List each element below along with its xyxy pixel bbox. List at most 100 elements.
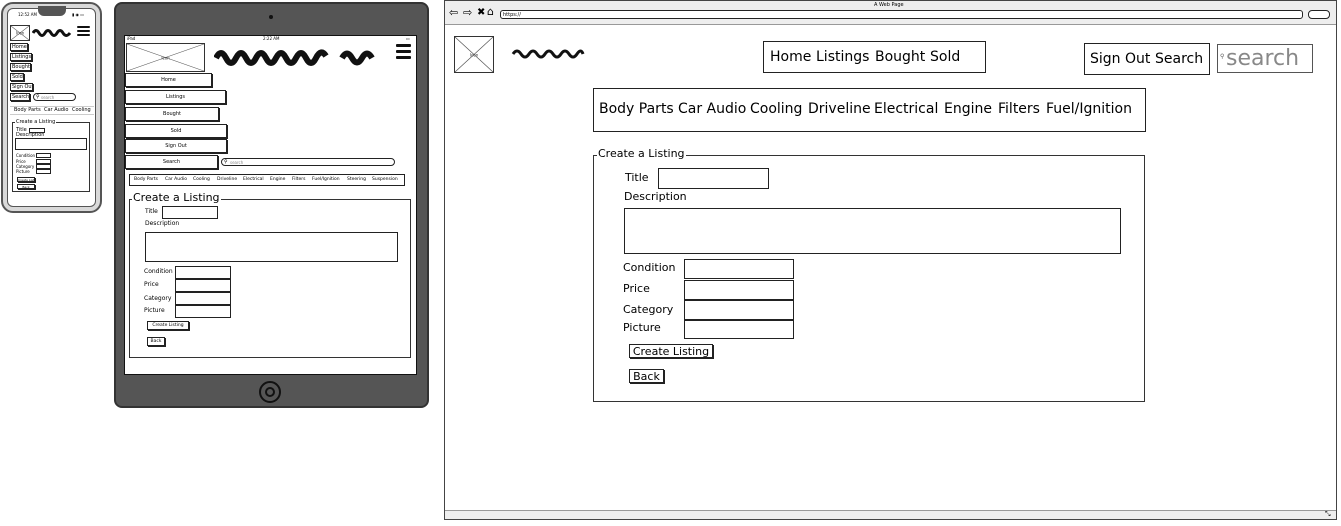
tablet-price-input[interactable] — [175, 279, 231, 292]
desktop-create-listing-button[interactable]: Create Listing — [629, 344, 713, 358]
tablet-category-engine[interactable]: Engine — [270, 177, 285, 182]
tablet-category-suspension[interactable]: Suspension — [372, 177, 398, 182]
tablet-form-legend: Create a Listing — [132, 191, 221, 204]
phone-description-input[interactable] — [15, 138, 87, 150]
tablet-back-button[interactable]: Back — [147, 337, 165, 346]
tablet-category-fuel-ignition[interactable]: Fuel/Ignition — [312, 177, 340, 182]
tablet-search-input[interactable]: ⚲ search — [221, 158, 395, 166]
desktop-category-fuel-ignition[interactable]: Fuel/Ignition — [1046, 101, 1132, 117]
phone-status-icons: ▮ ◉ ▭ — [72, 12, 85, 17]
desktop-search-input[interactable]: ⚲ search — [1217, 44, 1313, 73]
phone-search-button[interactable]: Search — [10, 93, 30, 101]
phone-condition-input[interactable] — [36, 153, 51, 158]
tablet-price-label: Price — [144, 281, 159, 288]
tablet-menu-icon[interactable] — [396, 44, 411, 59]
tablet-nav-sign-out[interactable]: Sign Out — [125, 139, 227, 153]
desktop-nav-sold[interactable]: Sold — [930, 49, 960, 65]
phone-picture-input[interactable] — [36, 169, 51, 174]
tablet-title-input[interactable] — [162, 206, 218, 219]
tablet-nav-home[interactable]: Home — [125, 73, 212, 87]
home-icon[interactable]: ⌂ — [487, 6, 494, 17]
tablet-condition-input[interactable] — [175, 266, 231, 279]
desktop-window-title: A Web Page — [874, 2, 904, 8]
phone-nav-home[interactable]: Home — [10, 43, 28, 51]
tablet-create-listing-button[interactable]: Create Listing — [147, 321, 189, 330]
tablet-category-steering[interactable]: Steering — [347, 177, 366, 182]
tablet-category-filters[interactable]: Filters — [292, 177, 306, 182]
desktop-resize-grip-icon[interactable]: ⤡ — [1325, 510, 1331, 518]
tablet-category-car-audio[interactable]: Car Audio — [165, 177, 187, 182]
desktop-description-label: Description — [624, 190, 687, 203]
desktop-title-input[interactable] — [658, 168, 769, 189]
tablet-search-placeholder: search — [230, 160, 244, 165]
forward-icon[interactable]: ⇨ — [463, 7, 472, 18]
tablet-status-battery: ▭ — [406, 36, 410, 41]
desktop-search-placeholder: search — [1226, 46, 1300, 71]
desktop-logo-text: Icon — [469, 52, 479, 57]
tablet-nav-listings[interactable]: Listings — [125, 90, 226, 104]
back-icon[interactable]: ⇦ — [449, 7, 458, 18]
tablet-condition-label: Condition — [144, 268, 173, 275]
tablet-logo-text: Icon — [161, 55, 170, 60]
desktop-category-engine[interactable]: Engine — [944, 101, 992, 117]
tablet-category-cooling[interactable]: Cooling — [193, 177, 210, 182]
tablet-description-label: Description — [145, 220, 180, 227]
phone-search-icon: ⚲ — [36, 94, 40, 100]
desktop-category-electrical[interactable]: Electrical — [874, 101, 938, 117]
tablet-title-label: Title — [145, 208, 158, 215]
desktop-category-label: Category — [623, 303, 674, 316]
tablet-description-input[interactable] — [145, 232, 398, 262]
tablet-scribble-title — [214, 49, 375, 66]
tablet-status-left: iPad — [127, 36, 136, 41]
phone-back-button[interactable]: Back — [17, 184, 35, 189]
tablet-home-button-icon[interactable] — [259, 381, 281, 403]
phone-category-car-audio[interactable]: Car Audio — [44, 107, 68, 113]
phone-picture-label: Picture — [16, 169, 30, 174]
desktop-search-icon: ⚲ — [1220, 53, 1225, 60]
phone-create-listing-button[interactable]: Create Listing — [17, 177, 35, 182]
desktop-category-body-parts[interactable]: Body Parts — [599, 101, 674, 117]
phone-category-body-parts[interactable]: Body Parts — [14, 107, 41, 113]
desktop-category-input[interactable] — [684, 300, 794, 320]
tablet-category-body-parts[interactable]: Body Parts — [134, 177, 158, 182]
tablet-search-icon: ⚲ — [224, 159, 228, 165]
desktop-category-cooling[interactable]: Cooling — [750, 101, 802, 117]
phone-nav-bought[interactable]: Bought — [10, 63, 31, 71]
phone-menu-icon[interactable] — [77, 26, 90, 36]
desktop-category-driveline[interactable]: Driveline — [808, 101, 871, 117]
desktop-condition-input[interactable] — [684, 259, 794, 279]
desktop-nav-listings[interactable]: Listings — [816, 49, 869, 65]
phone-logo-placeholder: Icon — [10, 25, 30, 41]
phone-nav-sign-out[interactable]: Sign Out — [10, 83, 33, 91]
desktop-nav-home[interactable]: Home — [770, 49, 811, 65]
desktop-form-legend: Create a Listing — [597, 147, 686, 160]
phone-search-placeholder: search — [41, 95, 55, 100]
desktop-url-bar[interactable]: https:// — [500, 10, 1303, 19]
desktop-picture-input[interactable] — [684, 320, 794, 339]
tablet-search-button[interactable]: Search — [125, 155, 218, 169]
desktop-price-input[interactable] — [684, 280, 794, 300]
desktop-sign-out-link[interactable]: Sign Out — [1090, 51, 1150, 67]
phone-category-cooling[interactable]: Cooling — [72, 107, 91, 113]
phone-form-legend: Create a Listing — [15, 119, 57, 125]
tablet-nav-sold[interactable]: Sold — [125, 124, 227, 138]
tablet-category-label: Category — [144, 295, 172, 302]
phone-nav-sold[interactable]: Sold — [10, 73, 24, 81]
tablet-nav-bought[interactable]: Bought — [125, 107, 219, 121]
tablet-category-driveline[interactable]: Driveline — [217, 177, 237, 182]
desktop-description-input[interactable] — [624, 208, 1121, 254]
desktop-search-button[interactable]: Search — [1155, 51, 1203, 67]
desktop-nav-bought[interactable]: Bought — [875, 49, 925, 65]
desktop-category-filters[interactable]: Filters — [998, 101, 1040, 117]
phone-condition-label: Condition — [16, 153, 36, 158]
phone-search-input[interactable]: ⚲ search — [33, 93, 76, 101]
phone-status-time: 12:52 AM — [18, 12, 37, 17]
desktop-browser-search-box[interactable] — [1308, 10, 1330, 19]
phone-nav-listings[interactable]: Listings — [10, 53, 32, 61]
tablet-category-input[interactable] — [175, 292, 231, 305]
stop-icon[interactable]: ✖ — [477, 7, 485, 18]
desktop-back-button[interactable]: Back — [629, 369, 664, 383]
tablet-picture-input[interactable] — [175, 305, 231, 318]
desktop-category-car-audio[interactable]: Car Audio — [678, 101, 746, 117]
tablet-category-electrical[interactable]: Electrical — [243, 177, 264, 182]
